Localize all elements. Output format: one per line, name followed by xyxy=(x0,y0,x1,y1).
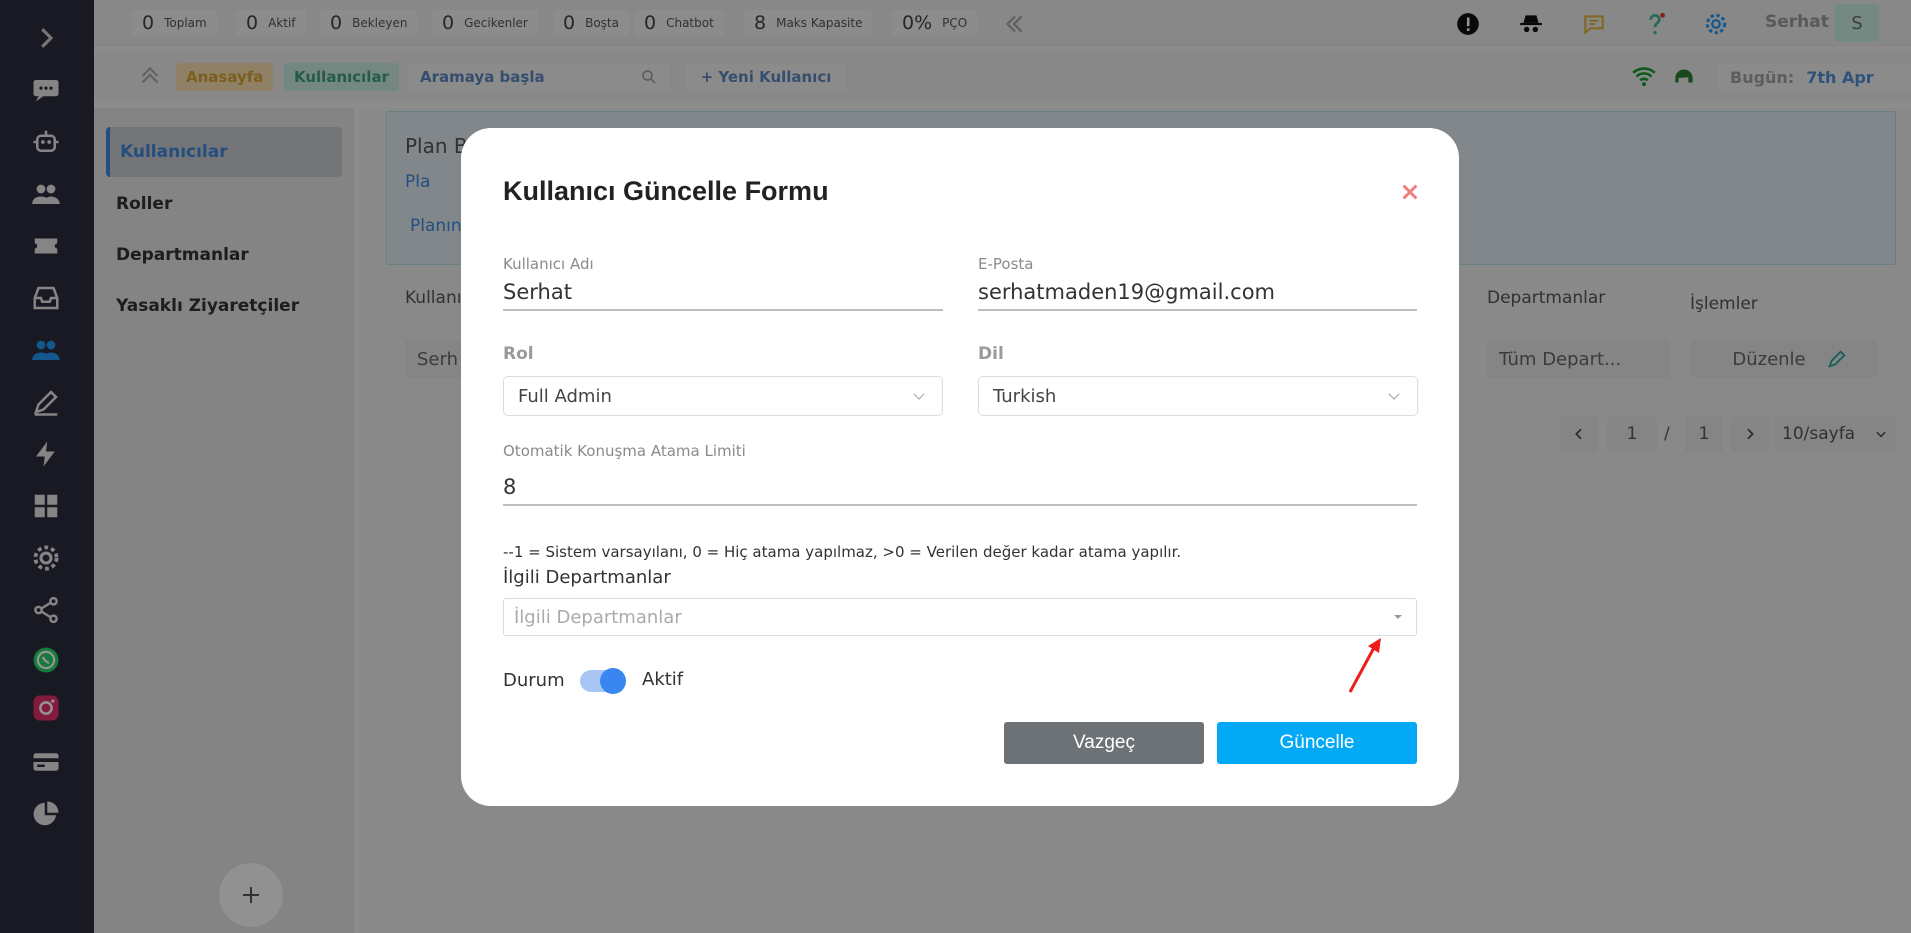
email-underline xyxy=(978,309,1417,311)
departments-label: İlgili Departmanlar xyxy=(503,567,671,588)
username-label: Kullanıcı Adı xyxy=(503,255,594,273)
cancel-button[interactable]: Vazgeç xyxy=(1004,722,1204,764)
close-icon xyxy=(1402,184,1418,200)
email-input[interactable]: serhatmaden19@gmail.com xyxy=(978,280,1275,304)
caret-down-icon[interactable] xyxy=(1390,609,1406,625)
status-toggle[interactable] xyxy=(580,668,626,694)
close-button[interactable] xyxy=(1394,176,1426,208)
modal-title: Kullanıcı Güncelle Formu xyxy=(503,176,829,206)
annotation-arrow xyxy=(1348,638,1381,693)
role-select[interactable]: Full Admin xyxy=(503,376,943,416)
update-button[interactable]: Güncelle xyxy=(1217,722,1417,764)
language-select[interactable]: Turkish xyxy=(978,376,1418,416)
status-value: Aktif xyxy=(642,669,684,690)
email-label: E-Posta xyxy=(978,255,1034,273)
departments-select[interactable]: İlgili Departmanlar xyxy=(503,598,1417,636)
limit-underline xyxy=(503,504,1417,506)
language-label: Dil xyxy=(978,344,1004,364)
status-label: Durum xyxy=(503,670,565,691)
limit-hint: --1 = Sistem varsayılanı, 0 = Hiç atama … xyxy=(503,543,1182,561)
username-underline xyxy=(503,309,943,311)
user-update-modal: Kullanıcı Güncelle Formu Kullanıcı Adı S… xyxy=(461,128,1459,806)
limit-label: Otomatik Konuşma Atama Limiti xyxy=(503,442,746,460)
toggle-knob xyxy=(600,668,626,694)
chevron-down-icon xyxy=(1388,393,1400,400)
limit-input[interactable]: 8 xyxy=(503,475,516,499)
chevron-down-icon xyxy=(913,393,925,400)
role-label: Rol xyxy=(503,344,534,364)
username-input[interactable]: Serhat xyxy=(503,280,572,304)
